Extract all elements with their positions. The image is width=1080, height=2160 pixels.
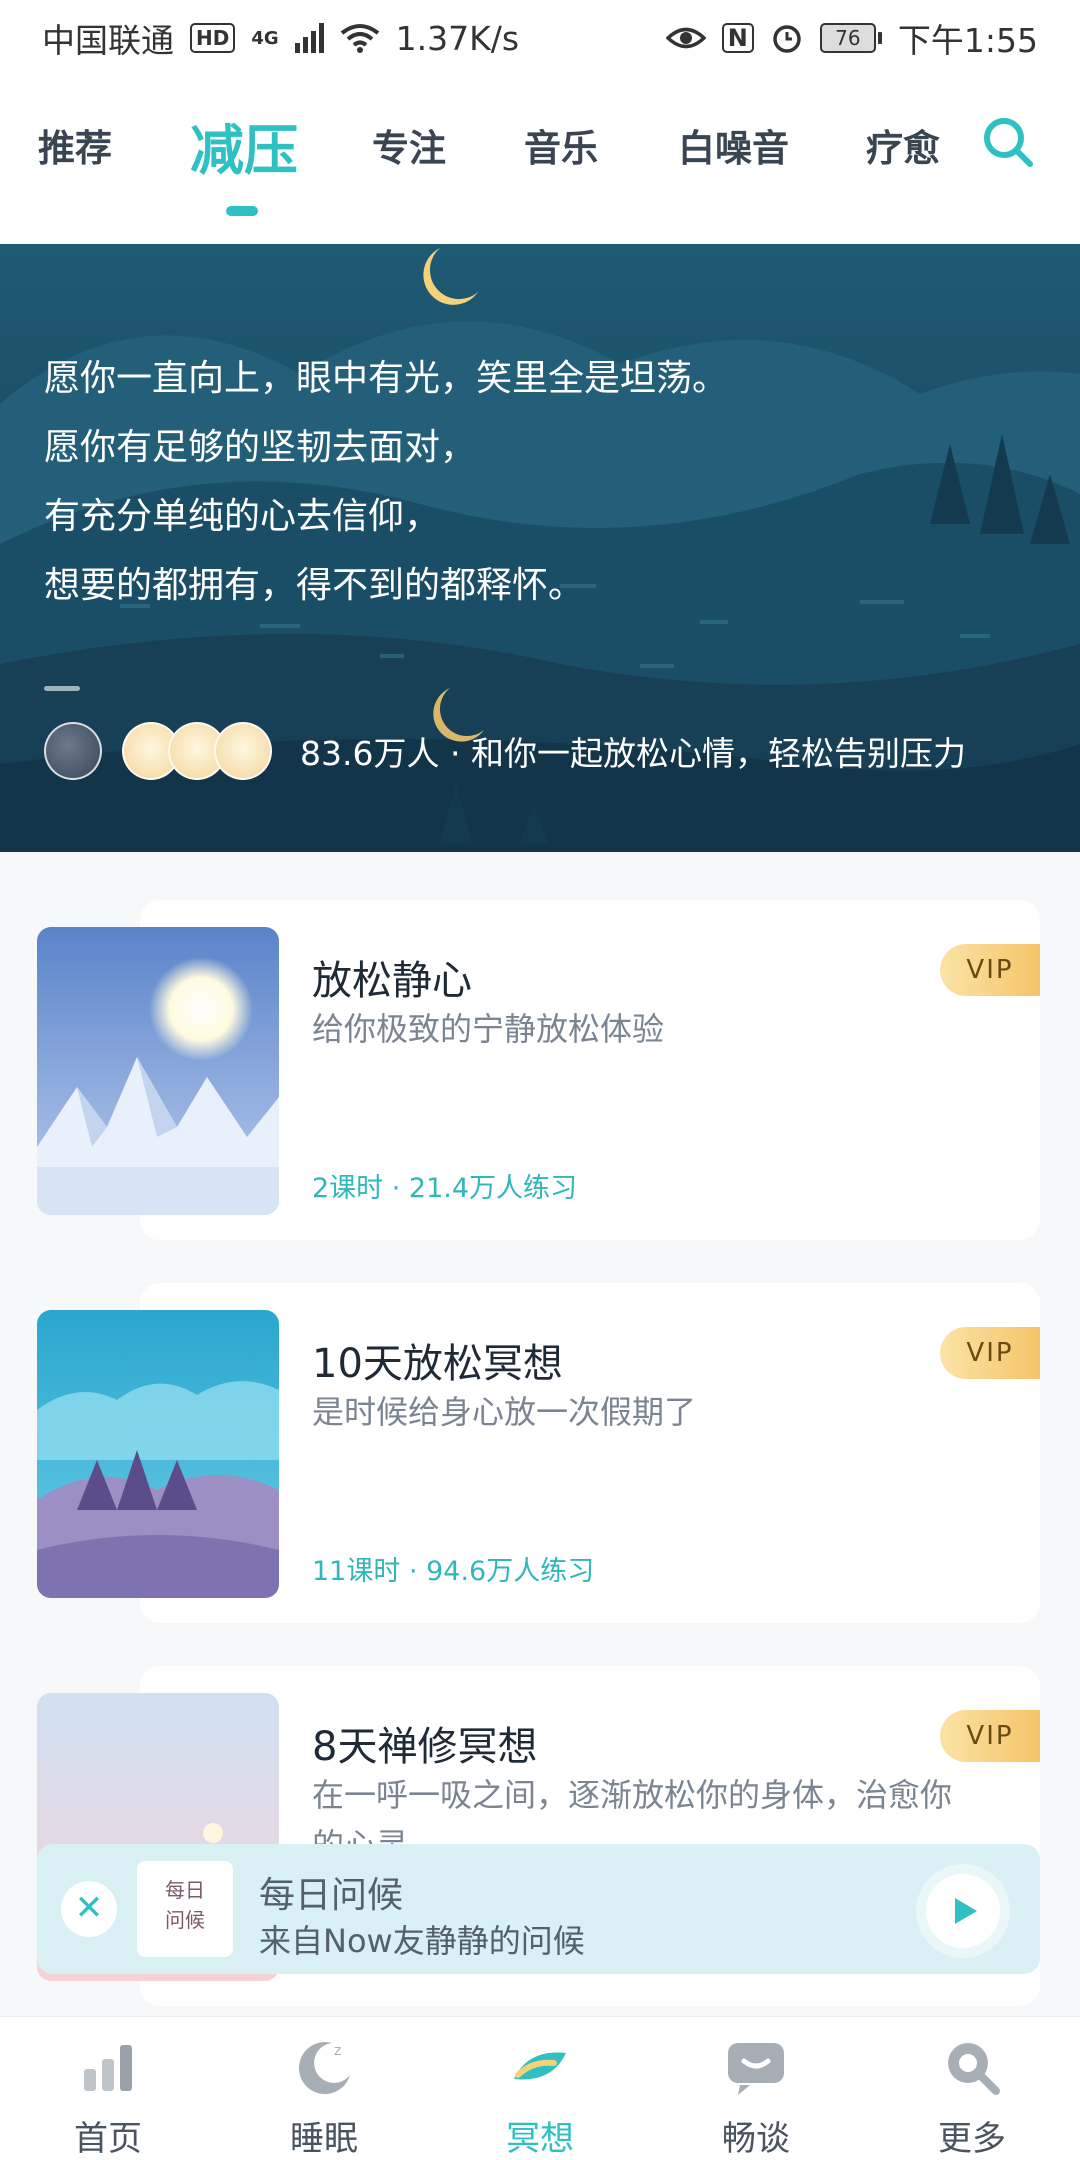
mini-player[interactable]: ✕ 每日 问候 每日问候 来自Now友静静的问候: [37, 1844, 1040, 1974]
network-type: 4G: [251, 27, 279, 49]
alarm-icon: [773, 25, 801, 53]
nav-meditation[interactable]: 冥想: [480, 2035, 600, 2160]
banner-quote-line: 愿你一直向上，眼中有光，笑里全是坦荡。: [44, 358, 729, 399]
battery-level: 76: [819, 23, 876, 53]
participants-row: 83.6万人 · 和你一起放松心情，轻松告别压力: [44, 722, 966, 780]
player-thumbnail-text: 每日: [165, 1878, 205, 1902]
avatar-group: [122, 722, 272, 780]
nav-label: 冥想: [506, 2119, 574, 2159]
nav-home[interactable]: 首页: [48, 2035, 168, 2160]
avatar: [44, 722, 102, 780]
nav-sleep[interactable]: z 睡眠: [264, 2035, 384, 2160]
player-thumbnail: 每日 问候: [137, 1861, 233, 1957]
battery-icon: 76: [819, 23, 882, 53]
nav-label: 首页: [74, 2119, 142, 2159]
banner-divider: [44, 686, 80, 691]
status-bar: 中国联通 HD 4G 1.37K/s N 76 下午1:55: [0, 0, 1080, 76]
magnifier-icon: [948, 2043, 1000, 2095]
course-thumbnail[interactable]: [37, 927, 279, 1215]
banner-quote: 愿你一直向上，眼中有光，笑里全是坦荡。 愿你有足够的坚韧去面对， 有充分单纯的心…: [44, 344, 728, 620]
network-speed: 1.37K/s: [395, 18, 520, 58]
tab-recommend[interactable]: 推荐: [38, 118, 112, 172]
banner-quote-line: 想要的都拥有，得不到的都释怀。: [44, 565, 585, 606]
course-description: 是时候给身心放一次假期了: [312, 1393, 697, 1431]
close-player-button[interactable]: ✕: [61, 1881, 117, 1937]
course-title: 10天放松冥想: [312, 1341, 563, 1387]
eye-icon: [665, 27, 706, 49]
tab-focus[interactable]: 专注: [372, 118, 446, 172]
moon-icon: z: [298, 2042, 350, 2095]
tab-music[interactable]: 音乐: [524, 118, 598, 172]
wifi-icon: [340, 24, 379, 53]
participant-count: 83.6万人 · 和你一起放松心情，轻松告别压力: [300, 734, 966, 773]
course-meta: 2课时 · 21.4万人练习: [312, 1173, 578, 1204]
avatar: [214, 722, 272, 780]
nav-chat[interactable]: 畅谈: [696, 2035, 816, 2160]
carrier-name: 中国联通: [42, 21, 174, 60]
nav-label: 畅谈: [722, 2119, 790, 2159]
category-tabs: 推荐 减压 专注 音乐 白噪音 疗愈: [0, 76, 1080, 244]
course-thumbnail[interactable]: [37, 1310, 279, 1598]
search-icon[interactable]: [980, 114, 1036, 170]
course-description: 给你极致的宁静放松体验: [312, 1010, 665, 1048]
nfc-icon: N: [721, 23, 754, 53]
player-title: 每日问候: [259, 1875, 404, 1916]
status-bar-left: 中国联通 HD 4G 1.37K/s: [42, 14, 519, 62]
active-tab-indicator: [226, 206, 258, 216]
nav-more[interactable]: 更多: [912, 2035, 1032, 2160]
nav-label: 睡眠: [290, 2119, 358, 2159]
leaf-icon: [514, 2052, 566, 2080]
tab-white-noise[interactable]: 白噪音: [678, 118, 789, 172]
bar-chart-icon: [84, 2045, 132, 2091]
tab-decompress[interactable]: 减压: [190, 106, 298, 185]
course-meta: 11课时 · 94.6万人练习: [312, 1556, 595, 1587]
svg-text:z: z: [334, 2043, 341, 2059]
course-title: 放松静心: [312, 958, 472, 1004]
course-title: 8天禅修冥想: [312, 1724, 538, 1770]
nav-label: 更多: [938, 2119, 1006, 2159]
banner-quote-line: 愿你有足够的坚韧去面对，: [44, 427, 477, 468]
banner-quote-line: 有充分单纯的心去信仰，: [44, 496, 441, 537]
clock: 下午1:55: [897, 21, 1038, 60]
hero-banner[interactable]: 愿你一直向上，眼中有光，笑里全是坦荡。 愿你有足够的坚韧去面对， 有充分单纯的心…: [0, 244, 1080, 852]
player-subtitle: 来自Now友静静的问候: [259, 1922, 585, 1960]
vip-badge: VIP: [940, 1710, 1040, 1762]
play-button[interactable]: [926, 1874, 1000, 1948]
vip-badge: VIP: [940, 944, 1040, 996]
tab-healing[interactable]: 疗愈: [866, 118, 940, 172]
player-thumbnail-text: 问候: [165, 1908, 205, 1932]
snow-mountain-illustration: [37, 927, 279, 1215]
signal-icon: [294, 23, 324, 53]
vip-badge: VIP: [940, 1327, 1040, 1379]
status-bar-right: N 76 下午1:55: [665, 14, 1038, 62]
hd-icon: HD: [190, 23, 236, 53]
cloud-forest-illustration: [37, 1310, 279, 1598]
chat-bubble-icon: [728, 2043, 784, 2095]
bottom-navigation: 首页 z 睡眠 冥想 畅谈 更多: [0, 2016, 1080, 2160]
